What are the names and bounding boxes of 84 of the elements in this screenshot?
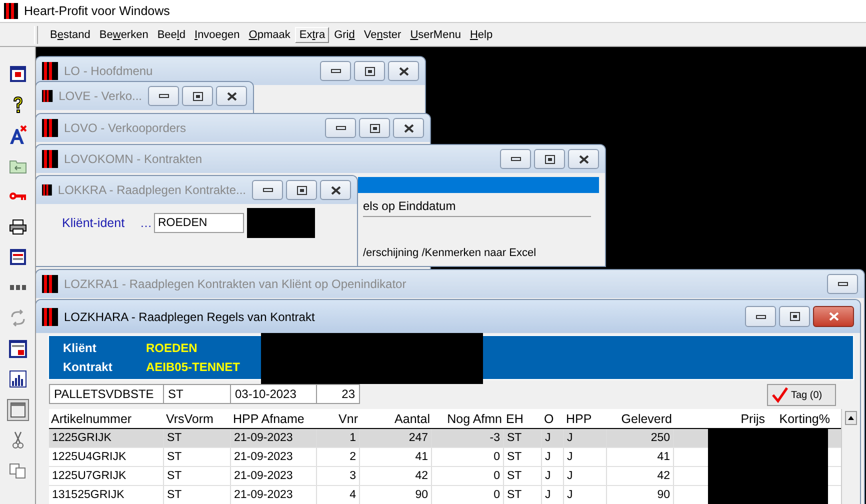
table-cell: 131525GRIJK: [49, 486, 164, 504]
column-header[interactable]: Aantal: [360, 409, 432, 428]
table-cell: 42: [607, 467, 674, 485]
column-header[interactable]: Prijs: [674, 409, 767, 428]
column-header[interactable]: HPP Afname: [231, 409, 317, 428]
option-label: els op Einddatum: [363, 199, 457, 213]
table-cell: 90: [607, 486, 674, 504]
column-header[interactable]: HPP: [564, 409, 607, 428]
table-cell: 21-09-2023: [231, 448, 317, 466]
table-cell: 3: [317, 467, 360, 485]
field-label: Kliënt: [63, 341, 98, 355]
menu-item[interactable]: Invoegen: [190, 26, 244, 42]
option-label: /erschijning /Kenmerken naar Excel: [363, 247, 538, 259]
table-cell: 21-09-2023: [231, 467, 317, 485]
info-cell: PALLETSVDBSTE: [49, 384, 164, 404]
table-cell: J: [564, 429, 607, 447]
column-header[interactable]: VrsVorm: [164, 409, 231, 428]
table-cell: 42: [360, 467, 432, 485]
info-cell: 03-10-2023: [231, 384, 317, 404]
window-title: LO - Hoofdmenu: [64, 64, 153, 78]
table-cell: 4: [317, 486, 360, 504]
table-cell: J: [542, 486, 564, 504]
column-header[interactable]: O: [542, 409, 564, 428]
menu-item[interactable]: Bestand: [46, 26, 94, 42]
app-title: Heart-Profit voor Windows: [24, 4, 170, 18]
menu-item[interactable]: Help: [466, 26, 497, 42]
table-cell: 0: [432, 467, 504, 485]
table-cell: 21-09-2023: [231, 486, 317, 504]
table-cell: 250: [607, 429, 674, 447]
column-header[interactable]: Nog Afmn: [432, 409, 504, 428]
window-title: LOKKRA - Raadplegen Kontrakte...: [58, 183, 246, 197]
window-title: LOZKRA1 - Raadplegen Kontrakten van Kliënt op Openindikator: [64, 277, 406, 291]
table-cell: J: [564, 467, 607, 485]
table-cell: 21-09-2023: [231, 429, 317, 447]
table-cell: ST: [164, 448, 231, 466]
window-title: LOVE - Verko...: [58, 89, 142, 103]
table-cell: ST: [504, 467, 542, 485]
table-cell: ST: [164, 486, 231, 504]
input-field[interactable]: ROEDEN: [154, 213, 244, 233]
field-value: AEIB05-TENNET: [146, 360, 240, 374]
column-header[interactable]: Korting%: [767, 409, 832, 428]
table-cell: 1225GRIJK: [49, 429, 164, 447]
lookup-dots[interactable]: …: [140, 216, 152, 230]
tag-button[interactable]: Tag (0): [767, 384, 836, 406]
table-cell: J: [564, 448, 607, 466]
table-cell: ST: [504, 429, 542, 447]
menu-item[interactable]: Opmaak: [244, 26, 294, 42]
menu-item[interactable]: Beeld: [153, 26, 190, 42]
info-cell: ST: [164, 384, 231, 404]
table-cell: -3: [432, 429, 504, 447]
column-header[interactable]: Vnr: [317, 409, 360, 428]
window-title: LOVOKOMN - Kontrakten: [64, 152, 202, 166]
table-cell: 0: [432, 486, 504, 504]
table-cell: J: [542, 429, 564, 447]
menu-item[interactable]: UserMenu: [406, 26, 465, 42]
field-label: Kontrakt: [63, 360, 114, 374]
column-header[interactable]: EH: [504, 409, 542, 428]
info-cell: 23: [317, 384, 360, 404]
table-cell: 1: [317, 429, 360, 447]
table-cell: ST: [504, 486, 542, 504]
table-cell: ST: [504, 448, 542, 466]
table-cell: 2: [317, 448, 360, 466]
table-cell: ST: [164, 467, 231, 485]
table-cell: 1225U4GRIJK: [49, 448, 164, 466]
menu-item[interactable]: Extra: [295, 26, 330, 42]
menu-item[interactable]: Bewerken: [95, 26, 152, 42]
table-cell: J: [542, 448, 564, 466]
table-cell: ST: [164, 429, 231, 447]
table-cell: 1225U7GRIJK: [49, 467, 164, 485]
menu-item[interactable]: Venster: [360, 26, 406, 42]
table-cell: 247: [360, 429, 432, 447]
window-title: LOZKHARA - Raadplegen Regels van Kontrakt: [64, 310, 315, 324]
table-cell: J: [564, 486, 607, 504]
field-value: ROEDEN: [146, 341, 198, 355]
window-title: LOVO - Verkooporders: [64, 121, 186, 135]
menu-item[interactable]: Grid: [330, 26, 359, 42]
table-cell: J: [542, 467, 564, 485]
field-label: Kliënt-ident: [62, 216, 126, 230]
table-cell: 0: [432, 448, 504, 466]
table-cell: 41: [360, 448, 432, 466]
table-cell: 41: [607, 448, 674, 466]
table-cell: 90: [360, 486, 432, 504]
column-header[interactable]: Artikelnummer: [49, 409, 164, 428]
column-header[interactable]: Geleverd: [607, 409, 674, 428]
